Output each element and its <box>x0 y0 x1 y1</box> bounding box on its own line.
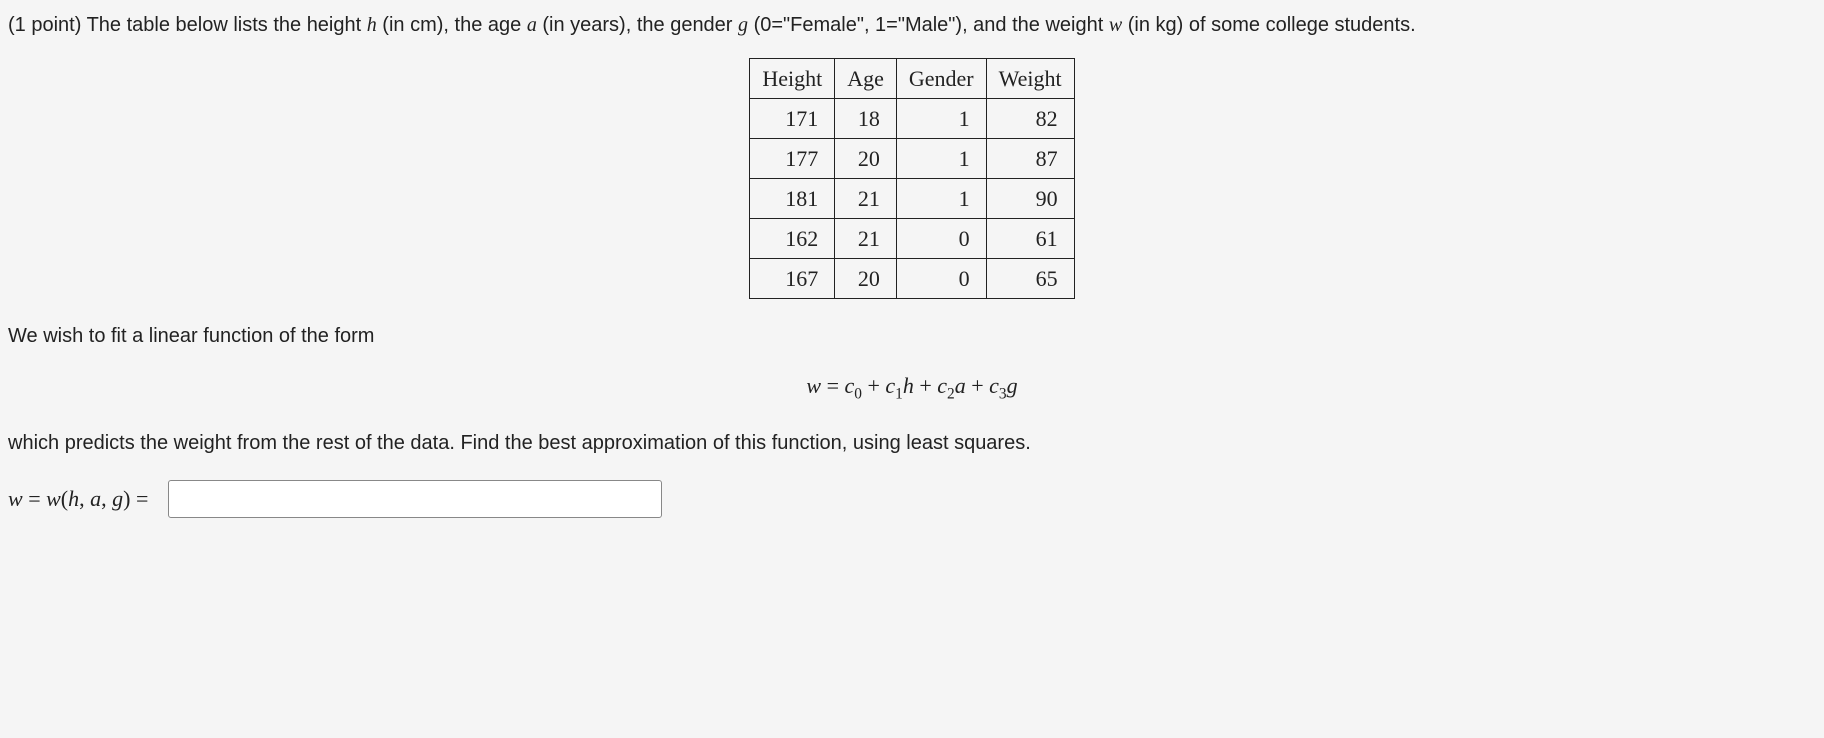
eq-h: h <box>903 373 914 398</box>
cell: 90 <box>986 179 1074 219</box>
table-row: 167 20 0 65 <box>750 259 1074 299</box>
prompt-text: The table below lists the height <box>81 14 366 36</box>
cell: 61 <box>986 219 1074 259</box>
eq-c0: c <box>844 373 854 398</box>
var-h: h <box>367 14 377 36</box>
answer-row: w = w(h, a, g) = <box>8 480 1816 518</box>
eq-sub3: 3 <box>999 385 1007 402</box>
eq-plus: + <box>914 373 937 398</box>
cell: 1 <box>896 179 986 219</box>
answer-input[interactable] <box>168 480 662 518</box>
var-w: w <box>1109 14 1122 36</box>
cell: 0 <box>896 259 986 299</box>
eq-sub0: 0 <box>854 385 862 402</box>
eq-c2: c <box>937 373 947 398</box>
prompt-text: (in years), the gender <box>537 14 738 36</box>
cell: 21 <box>835 179 897 219</box>
table-row: 171 18 1 82 <box>750 99 1074 139</box>
cell: 82 <box>986 99 1074 139</box>
cell: 21 <box>835 219 897 259</box>
var-g: g <box>738 14 748 36</box>
cell: 177 <box>750 139 835 179</box>
al-comma: , <box>79 486 90 511</box>
cell: 87 <box>986 139 1074 179</box>
al-g: g <box>112 486 123 511</box>
al-h: h <box>68 486 79 511</box>
cell: 20 <box>835 139 897 179</box>
eq-plus: + <box>966 373 989 398</box>
al-fn: w <box>46 486 61 511</box>
al-eq2: = <box>130 486 148 511</box>
col-header-height: Height <box>750 59 835 99</box>
eq-c1: c <box>885 373 895 398</box>
table-row: 177 20 1 87 <box>750 139 1074 179</box>
cell: 181 <box>750 179 835 219</box>
eq-sub2: 2 <box>947 385 955 402</box>
eq-sub1: 1 <box>895 385 903 402</box>
eq-g: g <box>1007 373 1018 398</box>
var-a: a <box>527 14 537 36</box>
cell: 1 <box>896 139 986 179</box>
cell: 0 <box>896 219 986 259</box>
cell: 1 <box>896 99 986 139</box>
col-header-gender: Gender <box>896 59 986 99</box>
cell: 167 <box>750 259 835 299</box>
cell: 171 <box>750 99 835 139</box>
cell: 18 <box>835 99 897 139</box>
points: (1 point) <box>8 14 81 36</box>
cell: 20 <box>835 259 897 299</box>
eq-a: a <box>955 373 966 398</box>
mid-text-2: which predicts the weight from the rest … <box>8 428 1816 458</box>
table-header-row: Height Age Gender Weight <box>750 59 1074 99</box>
col-header-age: Age <box>835 59 897 99</box>
al-eq: = <box>23 486 46 511</box>
al-comma: , <box>101 486 112 511</box>
model-equation: w = c0 + c1h + c2a + c3g <box>8 369 1816 406</box>
prompt-text: (0="Female", 1="Male"), and the weight <box>748 14 1109 36</box>
eq-plus: + <box>862 373 885 398</box>
table-row: 162 21 0 61 <box>750 219 1074 259</box>
prompt-text: (in cm), the age <box>377 14 527 36</box>
al-w: w <box>8 486 23 511</box>
prompt-text: (in kg) of some college students. <box>1122 14 1415 36</box>
mid-text-1: We wish to fit a linear function of the … <box>8 321 1816 351</box>
problem-prompt: (1 point) The table below lists the heig… <box>8 10 1816 40</box>
answer-label: w = w(h, a, g) = <box>8 482 148 515</box>
cell: 162 <box>750 219 835 259</box>
al-a: a <box>90 486 101 511</box>
table-row: 181 21 1 90 <box>750 179 1074 219</box>
cell: 65 <box>986 259 1074 299</box>
eq-equals: = <box>821 373 844 398</box>
col-header-weight: Weight <box>986 59 1074 99</box>
eq-c3: c <box>989 373 999 398</box>
eq-w: w <box>806 373 821 398</box>
data-table: Height Age Gender Weight 171 18 1 82 177… <box>749 58 1074 299</box>
problem-container: (1 point) The table below lists the heig… <box>0 0 1824 548</box>
